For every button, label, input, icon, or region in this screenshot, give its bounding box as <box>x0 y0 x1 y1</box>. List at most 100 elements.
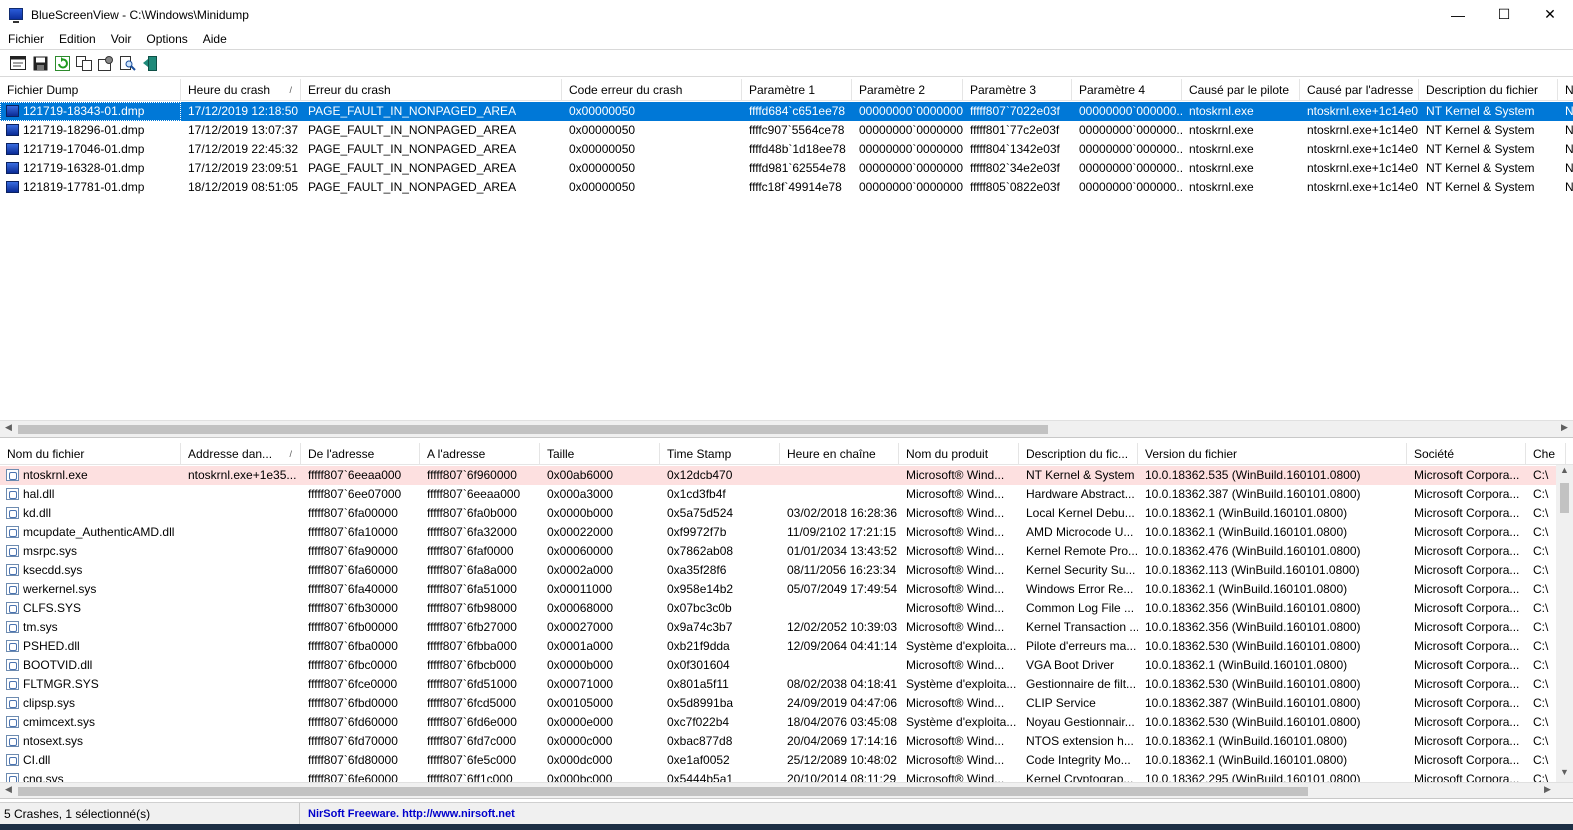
driver-list-hscrollbar[interactable]: ◀ ▶ <box>0 782 1573 798</box>
cell-nom-du-fichier-text: ksecdd.sys <box>23 563 83 577</box>
col-parametre-3[interactable]: Paramètre 3 <box>963 79 1072 101</box>
menu-edition[interactable]: Edition <box>51 32 103 46</box>
col-heure-en-chaine[interactable]: Heure en chaîne <box>780 443 899 465</box>
menu-options[interactable]: Options <box>138 32 194 46</box>
col-de-l-adresse[interactable]: De l'adresse <box>301 443 420 465</box>
cell-erreur-du-crash-text: PAGE_FAULT_IN_NONPAGED_AREA <box>308 142 517 156</box>
cell-nom-du-produit-text: Microsoft® Wind... <box>906 753 1005 767</box>
col-addresse-dans[interactable]: Addresse dan... / <box>181 443 301 465</box>
driver-list-vscroll-thumb[interactable] <box>1560 483 1569 513</box>
driver-row[interactable]: CLFS.SYS fffff807`6fb30000 fffff807`6fb980… <box>0 599 1573 618</box>
menu-aide[interactable]: Aide <box>195 32 234 46</box>
driver-row[interactable]: ntosext.sys fffff807`6fd70000 fffff807`6fd… <box>0 732 1573 751</box>
dump-file-icon <box>6 162 19 174</box>
scroll-up-arrow-icon[interactable]: ▲ <box>1556 465 1573 475</box>
driver-row[interactable]: ksecdd.sys fffff807`6fa60000 fffff807`6fa8… <box>0 561 1573 580</box>
driver-row[interactable]: clipsp.sys fffff807`6fbd0000 fffff807`6fcd… <box>0 694 1573 713</box>
col-nom-du-fichier[interactable]: Nom du fichier <box>0 443 181 465</box>
col-cause-adresse[interactable]: Causé par l'adresse <box>1300 79 1419 101</box>
exit-icon[interactable] <box>141 54 159 72</box>
scroll-right-arrow-icon[interactable]: ▶ <box>1556 422 1573 433</box>
menu-voir[interactable]: Voir <box>103 32 139 46</box>
crash-row[interactable]: 121719-16328-01.dmp 17/12/2019 23:09:51 PA… <box>0 159 1573 178</box>
col-parametre-4[interactable]: Paramètre 4 <box>1072 79 1182 101</box>
menu-bar: Fichier Edition Voir Options Aide <box>0 29 1573 49</box>
cell-nom-du-fichier: clipsp.sys <box>0 694 181 713</box>
scroll-down-arrow-icon[interactable]: ▼ <box>1556 767 1573 777</box>
cell-cause-adresse-text: ntoskrnl.exe+1c14e0 <box>1307 180 1419 194</box>
driver-file-icon <box>6 469 19 481</box>
cell-nom-du-fichier-text: hal.dll <box>23 487 55 501</box>
driver-row[interactable]: kd.dll fffff807`6fa00000 fffff807`6fa0b000… <box>0 504 1573 523</box>
driver-row[interactable]: werkernel.sys fffff807`6fa40000 fffff807`6… <box>0 580 1573 599</box>
scroll-left-arrow-icon[interactable]: ◀ <box>0 784 17 795</box>
cell-societe-text: Microsoft Corpora... <box>1414 582 1520 596</box>
refresh-icon[interactable] <box>53 54 71 72</box>
driver-row[interactable]: mcupdate_AuthenticAMD.dll fffff807`6fa100… <box>0 523 1573 542</box>
crash-row[interactable]: 121719-17046-01.dmp 17/12/2019 22:45:32 PA… <box>0 140 1573 159</box>
crash-row[interactable]: 121819-17781-01.dmp 18/12/2019 08:51:05 PA… <box>0 178 1573 197</box>
col-description-fichier[interactable]: Description du fichier <box>1419 79 1558 101</box>
scroll-left-arrow-icon[interactable]: ◀ <box>0 422 17 433</box>
col-chemin[interactable]: Che <box>1526 443 1566 465</box>
html-report-icon[interactable] <box>9 54 27 72</box>
scroll-right-arrow-icon[interactable]: ▶ <box>1539 784 1556 795</box>
col-nom-du-produit[interactable]: Nom du produit <box>899 443 1019 465</box>
copy-icon[interactable] <box>75 54 93 72</box>
col-taille[interactable]: Taille <box>540 443 660 465</box>
driver-row[interactable]: PSHED.dll fffff807`6fba0000 fffff807`6fbba… <box>0 637 1573 656</box>
col-a-l-adresse[interactable]: A l'adresse <box>420 443 540 465</box>
col-time-stamp[interactable]: Time Stamp <box>660 443 780 465</box>
find-icon[interactable] <box>119 54 137 72</box>
cell-heure-en-chaine-text: 01/01/2034 13:43:52 <box>787 544 898 558</box>
cell-description-du-fichier-text: CLIP Service <box>1026 696 1096 710</box>
col-heure-du-crash-label: Heure du crash <box>188 83 271 97</box>
col-n[interactable]: N <box>1558 79 1573 101</box>
col-erreur-du-crash[interactable]: Erreur du crash <box>301 79 562 101</box>
cell-addresse-dans <box>181 637 301 656</box>
driver-list-header: Nom du fichier Addresse dan... / De l'adr… <box>0 443 1573 465</box>
col-code-erreur[interactable]: Code erreur du crash <box>562 79 742 101</box>
driver-row[interactable]: ntoskrnl.exe ntoskrnl.exe+1e35... fffff807… <box>0 466 1573 485</box>
col-heure-du-crash[interactable]: Heure du crash / <box>181 79 301 101</box>
col-societe[interactable]: Société <box>1407 443 1526 465</box>
cell-taille-text: 0x00ab6000 <box>547 468 614 482</box>
cell-nom-du-produit-text: Microsoft® Wind... <box>906 563 1005 577</box>
minimize-button[interactable]: — <box>1435 0 1481 29</box>
cell-version-du-fichier-text: 10.0.18362.530 (WinBuild.160101.0800) <box>1145 639 1361 653</box>
cell-heure-en-chaine: 20/04/2069 17:14:16 <box>780 732 899 751</box>
driver-row[interactable]: CI.dll fffff807`6fd80000 fffff807`6fe5c000… <box>0 751 1573 770</box>
col-fichier-dump[interactable]: Fichier Dump <box>0 79 181 101</box>
cell-description-du-fichier: Kernel Security Su... <box>1019 561 1138 580</box>
driver-row[interactable]: FLTMGR.SYS fffff807`6fce0000 fffff807`6fd5… <box>0 675 1573 694</box>
col-description-du-fichier[interactable]: Description du fic... <box>1019 443 1138 465</box>
col-parametre-1[interactable]: Paramètre 1 <box>742 79 852 101</box>
driver-row[interactable]: hal.dll fffff807`6ee07000 fffff807`6eeaa00… <box>0 485 1573 504</box>
crash-row[interactable]: 121719-18343-01.dmp 17/12/2019 12:18:50 PA… <box>0 102 1573 121</box>
col-parametre-2[interactable]: Paramètre 2 <box>852 79 963 101</box>
crash-list-hscroll-thumb[interactable] <box>18 425 1048 434</box>
driver-row[interactable]: tm.sys fffff807`6fb00000 fffff807`6fb27000… <box>0 618 1573 637</box>
driver-row[interactable]: BOOTVID.dll fffff807`6fbc0000 fffff807`6fb… <box>0 656 1573 675</box>
driver-file-icon <box>6 564 19 576</box>
save-icon[interactable] <box>31 54 49 72</box>
nirsoft-link[interactable]: NirSoft Freeware. http://www.nirsoft.net <box>300 808 515 820</box>
close-button[interactable]: ✕ <box>1527 0 1573 29</box>
cell-time-stamp: 0x5a75d524 <box>660 504 780 523</box>
cell-description-fichier-text: NT Kernel & System <box>1426 123 1535 137</box>
driver-row[interactable]: cmimcext.sys fffff807`6fd60000 fffff807`6f… <box>0 713 1573 732</box>
properties-icon[interactable] <box>97 54 115 72</box>
col-cause-pilote[interactable]: Causé par le pilote <box>1182 79 1300 101</box>
cell-chemin-text: C:\ <box>1533 525 1549 539</box>
crash-list-hscrollbar[interactable]: ◀ ▶ <box>0 420 1573 437</box>
driver-list-vscrollbar[interactable]: ▲ ▼ <box>1556 465 1573 783</box>
col-version-du-fichier[interactable]: Version du fichier <box>1138 443 1407 465</box>
cell-nom-du-fichier-text: kd.dll <box>23 506 52 520</box>
crash-row[interactable]: 121719-18296-01.dmp 17/12/2019 13:07:37 PA… <box>0 121 1573 140</box>
cell-taille: 0x00068000 <box>540 599 660 618</box>
maximize-button[interactable]: ☐ <box>1481 0 1527 29</box>
menu-fichier[interactable]: Fichier <box>0 32 51 46</box>
driver-list-hscroll-thumb[interactable] <box>18 787 1308 796</box>
driver-row[interactable]: msrpc.sys fffff807`6fa90000 fffff807`6faf0… <box>0 542 1573 561</box>
cell-fichier-dump: 121719-18296-01.dmp <box>0 121 181 140</box>
